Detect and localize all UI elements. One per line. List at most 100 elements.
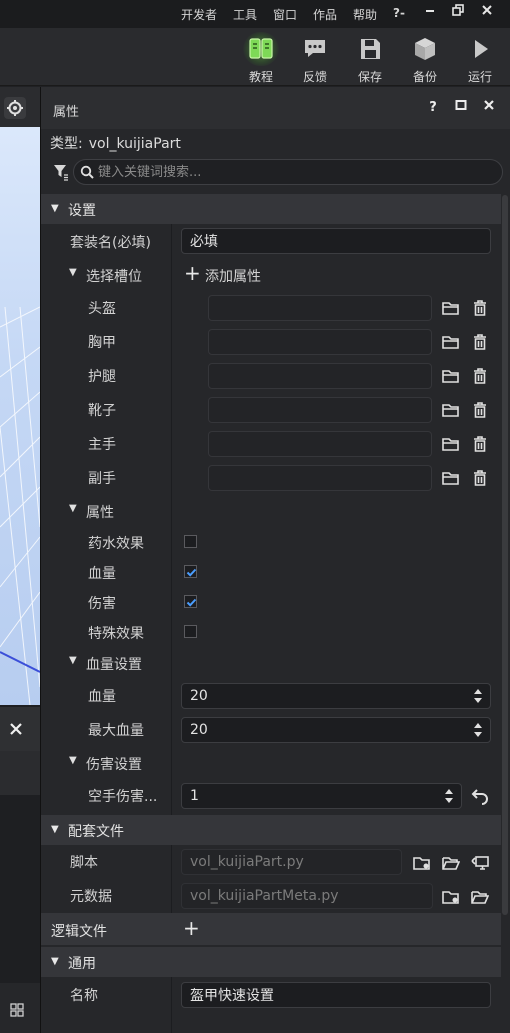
- suit-name-field[interactable]: [181, 228, 491, 254]
- scene-view[interactable]: [0, 127, 40, 705]
- menu-developer[interactable]: 开发者: [181, 6, 217, 23]
- name-field[interactable]: [181, 982, 491, 1008]
- fist-dmg-stepper[interactable]: [181, 783, 462, 809]
- slot-field[interactable]: [208, 431, 432, 457]
- reset-icon[interactable]: [471, 787, 489, 805]
- maximize-icon[interactable]: [452, 99, 470, 117]
- trash-icon[interactable]: [471, 367, 489, 385]
- spin-arrows-icon[interactable]: [445, 789, 453, 803]
- name-input[interactable]: [190, 986, 468, 1004]
- slot-field[interactable]: [208, 363, 432, 389]
- menu-help[interactable]: 帮助: [353, 6, 377, 23]
- folder-icon[interactable]: [442, 469, 460, 487]
- spin-arrows-icon[interactable]: [474, 689, 482, 703]
- folder-locate-icon[interactable]: [413, 854, 431, 872]
- collapse-triangle-icon[interactable]: ▼: [69, 755, 77, 766]
- viewport-footer: [0, 983, 40, 1033]
- attr-checkbox[interactable]: [184, 565, 197, 578]
- backup-button[interactable]: 备份: [399, 30, 451, 86]
- collapse-triangle-icon[interactable]: ▼: [69, 267, 77, 278]
- tutorial-button[interactable]: 教程: [235, 30, 287, 86]
- folder-icon[interactable]: [442, 401, 460, 419]
- folder-locate-icon[interactable]: [442, 888, 460, 906]
- folder-icon[interactable]: [442, 435, 460, 453]
- property-list: ▼ 设置 套装名(必填) ▼ 选择槽位 + 添加属性 头盔 胸甲: [41, 193, 501, 1033]
- fist-dmg-input[interactable]: [190, 787, 439, 805]
- save-button[interactable]: 保存: [344, 30, 396, 86]
- search-box[interactable]: [73, 159, 503, 185]
- grid-layout-icon[interactable]: [10, 1003, 24, 1017]
- trash-icon[interactable]: [471, 401, 489, 419]
- add-logic-icon[interactable]: +: [183, 918, 200, 938]
- filter-icon[interactable]: [53, 163, 69, 181]
- attr-checkbox[interactable]: [184, 595, 197, 608]
- help-icon[interactable]: ?: [424, 99, 442, 117]
- max-hp-input[interactable]: [190, 721, 468, 739]
- slot-label: 胸甲: [88, 335, 116, 351]
- scene-viewport[interactable]: [0, 87, 40, 1033]
- slot-field[interactable]: [208, 465, 432, 491]
- section-general[interactable]: ▼ 通用: [41, 947, 501, 977]
- checkmark-icon: [186, 598, 197, 607]
- add-property-button[interactable]: 添加属性: [205, 266, 261, 286]
- feedback-button[interactable]: 反馈: [289, 30, 341, 86]
- viewport-settings-button[interactable]: [4, 97, 26, 119]
- spin-arrows-icon[interactable]: [474, 723, 482, 737]
- minimize-icon[interactable]: [421, 4, 439, 22]
- section-settings[interactable]: ▼ 设置: [41, 194, 501, 224]
- folder-icon[interactable]: [442, 367, 460, 385]
- section-title: 设置: [68, 203, 96, 219]
- checkmark-icon: [186, 568, 197, 577]
- search-input[interactable]: [98, 163, 494, 181]
- trash-icon[interactable]: [471, 299, 489, 317]
- slot-field[interactable]: [208, 397, 432, 423]
- slot-field[interactable]: [208, 295, 432, 321]
- meta-input[interactable]: [190, 887, 410, 905]
- restore-icon[interactable]: [449, 4, 467, 22]
- script-input[interactable]: [190, 853, 379, 871]
- close-window-icon[interactable]: [478, 4, 496, 22]
- section-logic[interactable]: 逻辑文件 +: [41, 913, 501, 945]
- folder-icon[interactable]: [442, 299, 460, 317]
- folder-icon[interactable]: [442, 333, 460, 351]
- panel-title: 属性: [53, 105, 80, 120]
- attr-label: 药水效果: [88, 536, 144, 552]
- script-field[interactable]: [181, 849, 402, 875]
- slot-label: 头盔: [88, 301, 116, 317]
- collapse-triangle-icon[interactable]: ▼: [69, 655, 77, 666]
- collapse-triangle-icon: ▼: [51, 824, 59, 835]
- suit-name-input[interactable]: [190, 232, 468, 250]
- panel-scrollbar[interactable]: [502, 195, 508, 915]
- meta-label: 元数据: [70, 889, 112, 905]
- open-in-editor-icon[interactable]: [471, 854, 489, 872]
- add-property-icon[interactable]: +: [184, 263, 201, 283]
- section-title: 通用: [68, 956, 96, 972]
- type-row: 类型: vol_kuijiaPart: [50, 133, 181, 153]
- cube-icon: [415, 38, 435, 60]
- meta-field[interactable]: [181, 883, 433, 909]
- hp-stepper[interactable]: [181, 683, 491, 709]
- attr-checkbox[interactable]: [184, 535, 197, 548]
- collapse-triangle-icon[interactable]: ▼: [69, 503, 77, 514]
- run-button[interactable]: 运行: [454, 30, 506, 86]
- trash-icon[interactable]: [471, 333, 489, 351]
- slot-label: 靴子: [88, 403, 116, 419]
- close-panel-icon[interactable]: [480, 99, 498, 117]
- folder-open-icon[interactable]: [471, 888, 489, 906]
- trash-icon[interactable]: [471, 435, 489, 453]
- folder-open-icon[interactable]: [442, 854, 460, 872]
- attr-checkbox[interactable]: [184, 625, 197, 638]
- menu-window[interactable]: 窗口: [273, 6, 297, 23]
- section-title: 逻辑文件: [51, 924, 107, 940]
- menu-works[interactable]: 作品: [313, 6, 337, 23]
- help-dropdown-icon[interactable]: ?-: [393, 6, 405, 20]
- book-icon: [249, 38, 273, 59]
- section-files[interactable]: ▼ 配套文件: [41, 815, 501, 845]
- max-hp-stepper[interactable]: [181, 717, 491, 743]
- menu-tools[interactable]: 工具: [233, 6, 257, 23]
- slot-field[interactable]: [208, 329, 432, 355]
- close-icon[interactable]: [9, 722, 23, 736]
- hp-input[interactable]: [190, 687, 468, 705]
- trash-icon[interactable]: [471, 469, 489, 487]
- slot-label: 主手: [88, 437, 116, 453]
